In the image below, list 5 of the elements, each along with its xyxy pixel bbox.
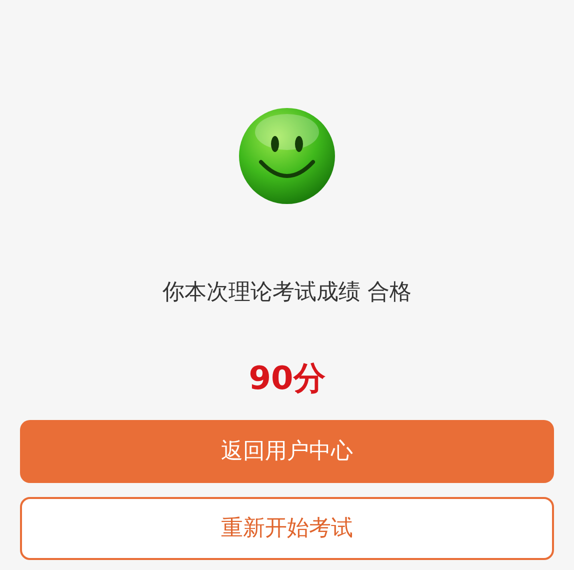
result-message: 你本次理论考试成绩 合格	[162, 279, 412, 307]
back-to-user-center-button[interactable]: 返回用户中心	[20, 420, 554, 483]
restart-exam-button[interactable]: 重新开始考试	[20, 497, 554, 560]
score: 90分	[248, 358, 326, 398]
smiley-icon	[237, 106, 337, 206]
